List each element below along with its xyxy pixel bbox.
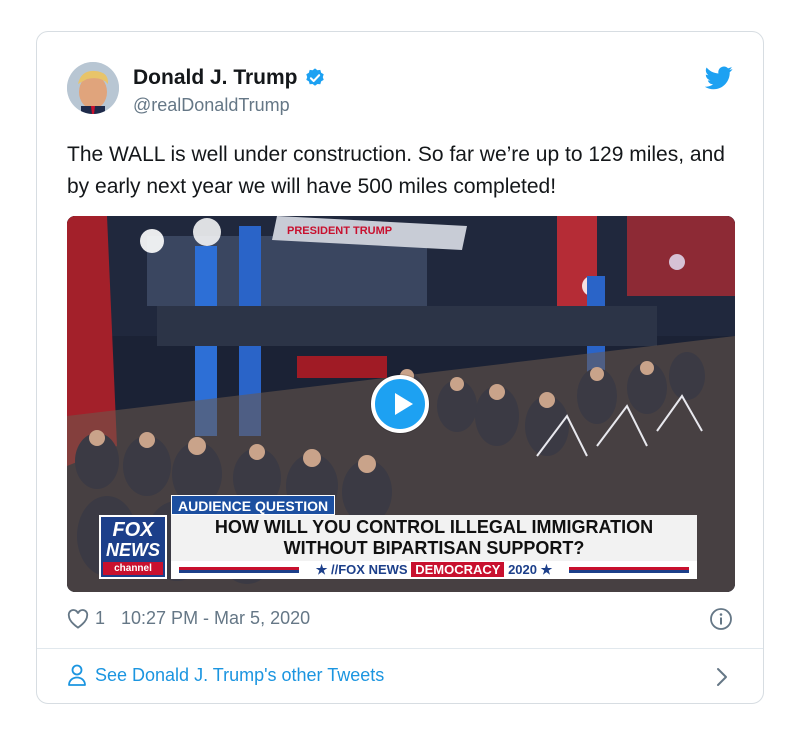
divider [37, 648, 763, 649]
verified-badge-icon [305, 68, 324, 86]
fox-news-logo: FOX NEWS channel [99, 515, 167, 579]
avatar-image [67, 62, 119, 114]
twitter-bird-icon[interactable] [705, 66, 733, 90]
brand-prefix: ★ //FOX NEWS [315, 562, 408, 577]
tweet-text: The WALL is well under construction. So … [67, 143, 725, 198]
question-box: HOW WILL YOU CONTROL ILLEGAL IMMIGRATION… [171, 515, 697, 561]
logo-line-2: NEWS [106, 540, 160, 560]
info-icon[interactable] [709, 607, 733, 631]
chevron-right-icon[interactable] [715, 666, 729, 688]
other-tweets-link[interactable]: See Donald J. Trump's other Tweets [67, 664, 384, 686]
heart-icon[interactable] [67, 608, 89, 629]
question-line-2: WITHOUT BIPARTISAN SUPPORT? [283, 538, 585, 558]
brand-suffix: 2020 ★ [508, 562, 553, 577]
question-line-1: HOW WILL YOU CONTROL ILLEGAL IMMIGRATION [214, 517, 654, 537]
audience-question-tag: AUDIENCE QUESTION [171, 495, 336, 515]
stripe-right [569, 567, 689, 573]
embedded-tweet-card: Donald J. Trump @realDonaldTrump The WAL… [36, 31, 764, 704]
other-tweets-label[interactable]: See Donald J. Trump's other Tweets [95, 665, 384, 686]
like-count[interactable]: 1 [95, 608, 105, 629]
person-icon [68, 664, 86, 686]
author-handle[interactable]: @realDonaldTrump [133, 95, 290, 116]
lower-third-graphic: AUDIENCE QUESTION FOX NEWS channel HOW W… [99, 495, 697, 581]
logo-line-1: FOX [112, 519, 154, 541]
brand-bar: ★ //FOX NEWS DEMOCRACY 2020 ★ [171, 561, 697, 579]
author-name[interactable]: Donald J. Trump [133, 66, 298, 90]
logo-line-3: channel [103, 562, 163, 575]
backdrop-sign: PRESIDENT TRUMP [287, 225, 392, 237]
video-player[interactable]: PRESIDENT TRUMP AUDIENCE QUESTION FOX NE… [67, 216, 735, 592]
brand-highlight: DEMOCRACY [411, 562, 505, 577]
stripe-left [179, 567, 299, 573]
avatar[interactable] [67, 62, 119, 114]
tweet-meta: 1 10:27 PM - Mar 5, 2020 [67, 608, 310, 629]
timestamp[interactable]: 10:27 PM - Mar 5, 2020 [121, 608, 310, 629]
author-name-row[interactable]: Donald J. Trump [133, 66, 326, 90]
play-icon[interactable] [371, 375, 429, 433]
